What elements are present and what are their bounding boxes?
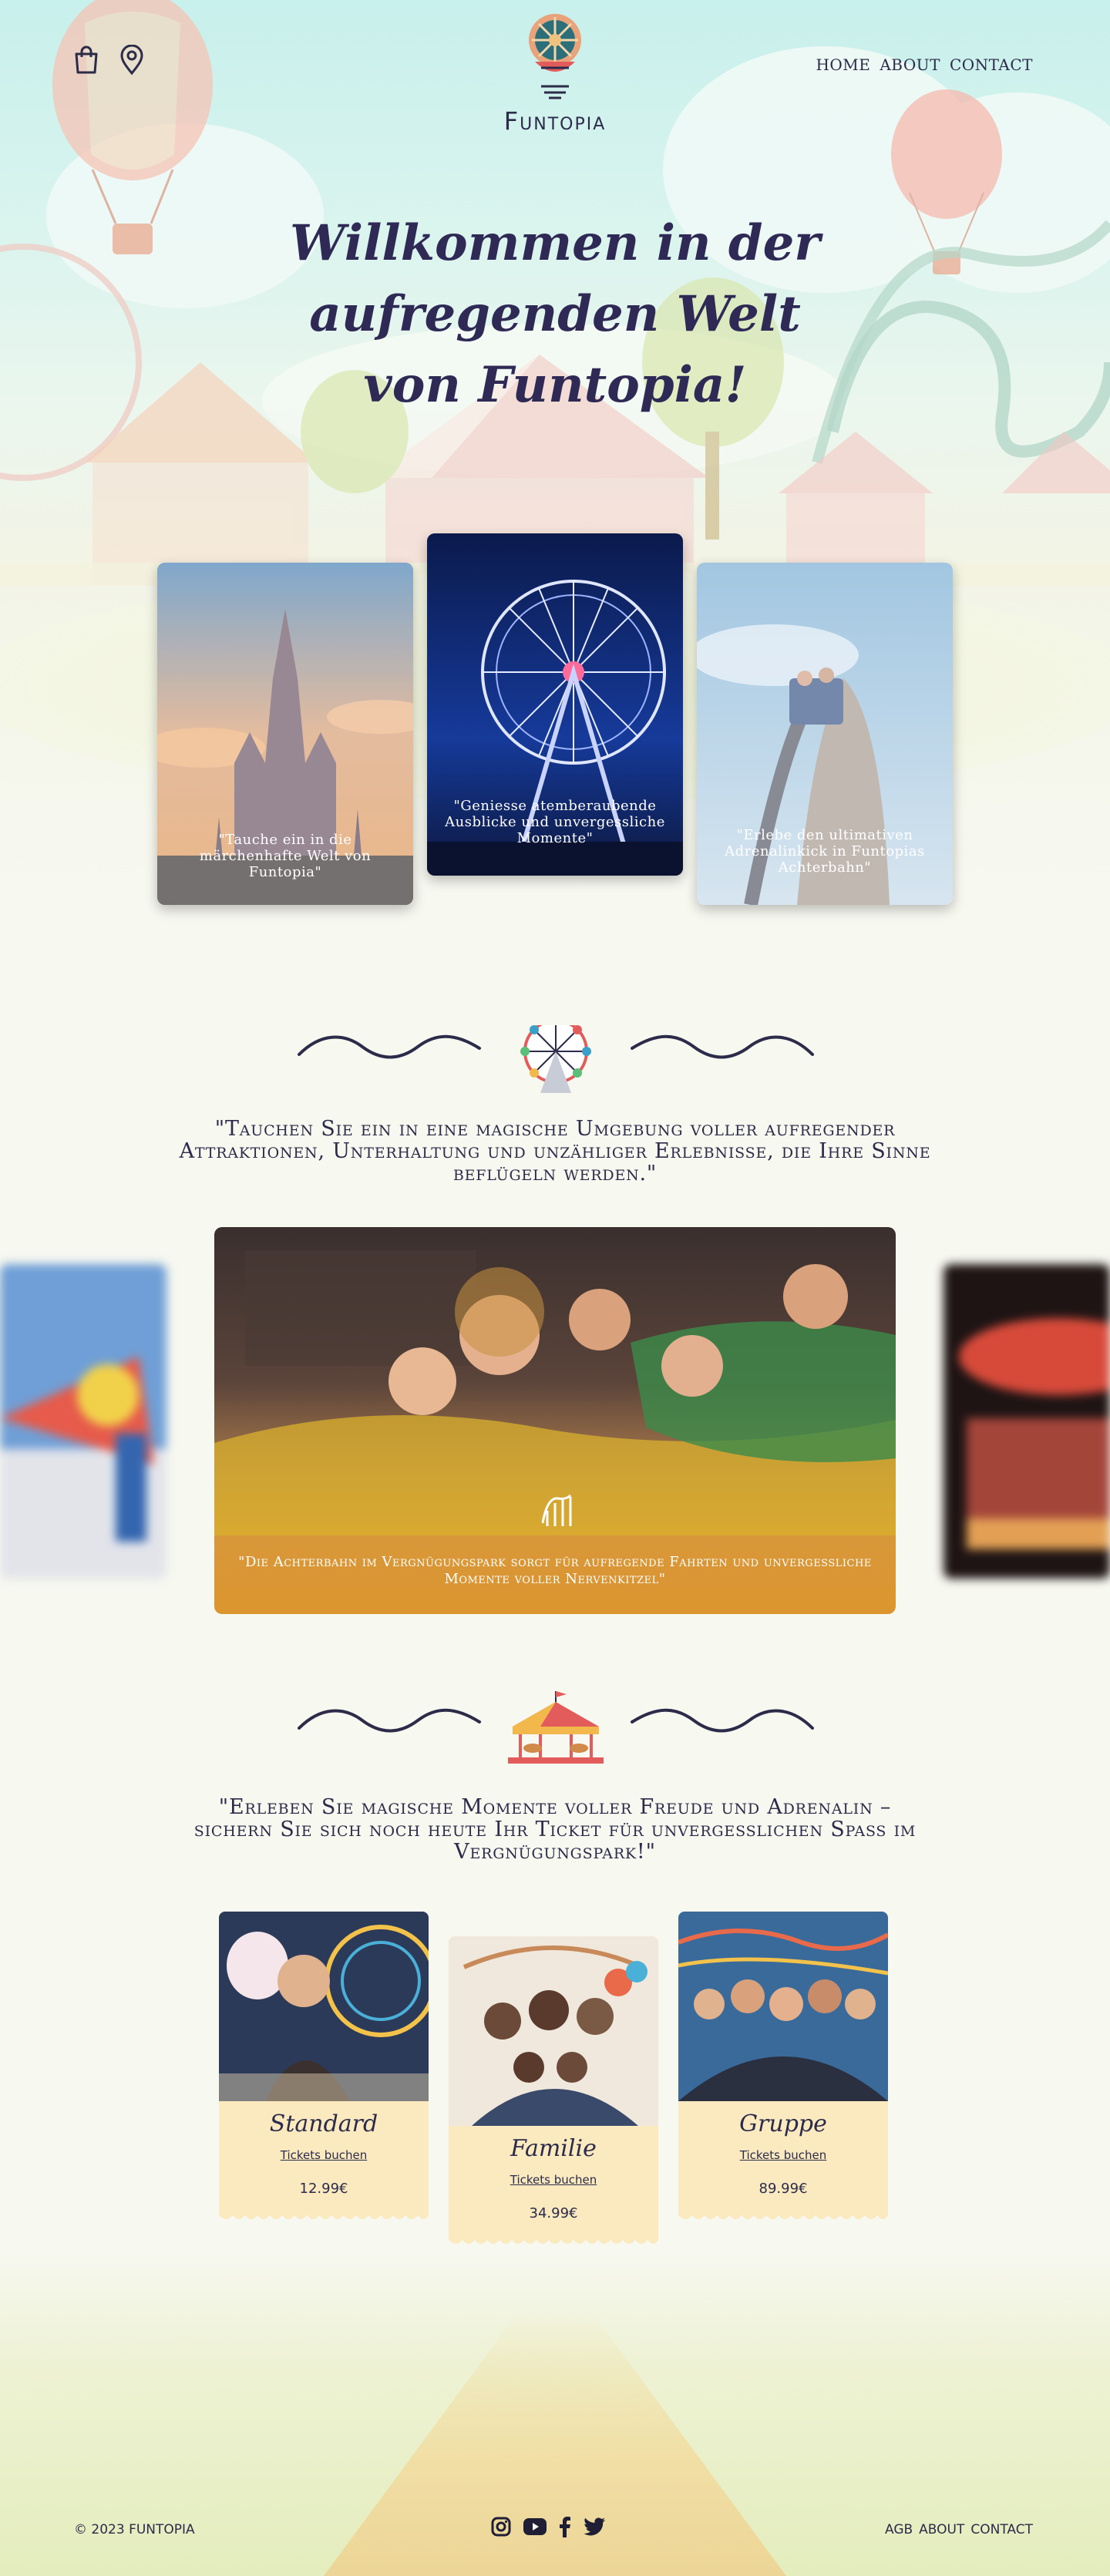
book-tickets-link[interactable]: Tickets buchen xyxy=(219,2148,429,2162)
carousel-divider xyxy=(298,1691,814,1764)
ticket-scalloped-edge xyxy=(678,2211,888,2219)
ticket-price: 34.99€ xyxy=(529,2205,578,2221)
book-tickets-link[interactable]: Tickets buchen xyxy=(678,2148,888,2162)
ferris-wheel-divider xyxy=(298,1025,814,1093)
ticket-name: Gruppe xyxy=(739,2110,827,2137)
hero-card-ferris-wheel[interactable]: "Geniesse atemberaubende Ausblicke und u… xyxy=(427,533,683,876)
nav-home-link[interactable]: HOME xyxy=(816,55,870,74)
hero-headline: Willkommen in der aufregenden Welt von F… xyxy=(290,214,820,414)
slider-next-image[interactable] xyxy=(944,1264,1110,1579)
twitter-icon[interactable] xyxy=(583,2517,606,2537)
park-rides-image xyxy=(0,1264,166,1579)
nav-contact-link[interactable]: CONTACT xyxy=(950,55,1033,74)
footer-contact-link[interactable]: CONTACT xyxy=(970,2522,1033,2537)
cotton-candy-image xyxy=(219,1912,429,2101)
footer-copyright: © 2023 FUNTOPIA xyxy=(74,2522,195,2537)
section-quote: "Tauchen Sie ein in eine magische Umgebu… xyxy=(179,1117,931,1185)
rollercoaster-icon xyxy=(541,1494,572,1526)
ticket-image xyxy=(219,1912,429,2101)
section-quote: "Erleben Sie magische Momente voller Fre… xyxy=(193,1795,917,1864)
card-caption: "Tauche ein in die märchenhafte Welt von… xyxy=(199,832,372,880)
slide-caption: "Die Achterbahn im Vergnügungspark sorgt… xyxy=(238,1554,872,1587)
footer-agb-link[interactable]: AGB xyxy=(885,2522,913,2537)
header-icons xyxy=(72,45,145,76)
footer-social-links xyxy=(490,2516,606,2537)
slider-main-slide[interactable]: "Die Achterbahn im Vergnügungspark sorgt… xyxy=(214,1227,896,1614)
nav-about-link[interactable]: ABOUT xyxy=(880,55,940,74)
card-caption: "Geniesse atemberaubende Ausblicke und u… xyxy=(445,798,665,846)
family-image xyxy=(449,1936,658,2126)
ticket-image xyxy=(449,1936,658,2126)
main-nav: HOME ABOUT CONTACT xyxy=(816,55,1033,74)
hero-card-rollercoaster[interactable]: "Erlebe den ultimativen Adrenalinkick in… xyxy=(697,563,953,905)
ferris-wheel-icon xyxy=(520,1025,591,1093)
ticket-price: 89.99€ xyxy=(758,2181,808,2197)
slider-previous-image[interactable] xyxy=(0,1264,166,1579)
youtube-icon[interactable] xyxy=(523,2517,547,2537)
location-pin-icon[interactable] xyxy=(119,45,145,76)
footer-nav: AGB ABOUT CONTACT xyxy=(885,2522,1033,2537)
carousel-night-image xyxy=(944,1264,1110,1579)
ticket-card-standard: Standard Tickets buchen 12.99€ xyxy=(219,1912,429,2219)
ticket-name: Standard xyxy=(269,2110,378,2137)
ticket-image xyxy=(678,1912,888,2101)
logo-text: Funtopia xyxy=(503,106,607,136)
ticket-name: Familie xyxy=(510,2135,597,2162)
book-tickets-link[interactable]: Tickets buchen xyxy=(449,2173,658,2187)
ticket-scalloped-edge xyxy=(219,2211,429,2219)
site-logo[interactable]: Funtopia xyxy=(490,5,620,136)
instagram-icon[interactable] xyxy=(490,2516,512,2537)
hero-card-castle[interactable]: "Tauche ein in die märchenhafte Welt von… xyxy=(157,563,413,905)
ticket-scalloped-edge xyxy=(449,2235,658,2244)
carousel-icon xyxy=(508,1691,604,1764)
card-caption: "Erlebe den ultimativen Adrenalinkick in… xyxy=(725,827,925,876)
rollercoaster-image xyxy=(697,563,953,905)
ticket-card-gruppe: Gruppe Tickets buchen 89.99€ xyxy=(678,1912,888,2219)
ticket-price: 12.99€ xyxy=(299,2181,348,2197)
castle-image xyxy=(157,563,413,905)
ticket-card-familie: Familie Tickets buchen 34.99€ xyxy=(449,1936,658,2244)
ferris-wheel-logo-icon xyxy=(529,14,581,99)
group-image xyxy=(678,1912,888,2101)
facebook-icon[interactable] xyxy=(558,2516,572,2537)
shopping-bag-icon[interactable] xyxy=(72,45,100,76)
footer-about-link[interactable]: ABOUT xyxy=(919,2522,964,2537)
